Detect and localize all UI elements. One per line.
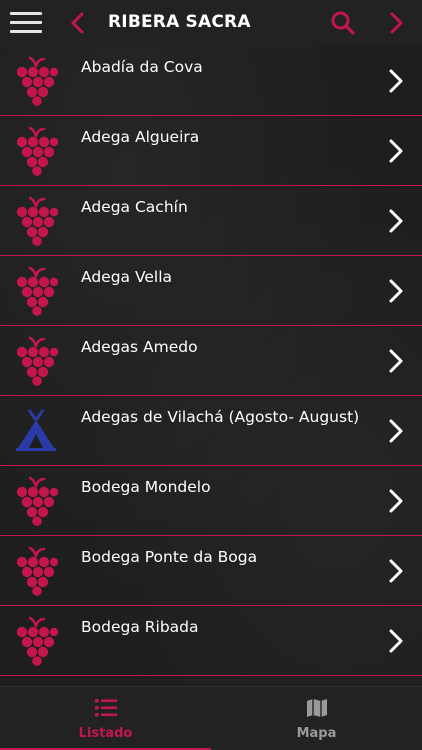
map-icon — [306, 699, 327, 717]
list-item-label: Adega Algueira — [81, 128, 200, 146]
grape-icon — [14, 56, 58, 106]
bottom-tab-bar: Listado Mapa — [0, 686, 422, 750]
list-item[interactable] — [0, 676, 422, 686]
list-item[interactable]: Bodega Ribada — [0, 606, 422, 676]
list-item[interactable]: Adegas Amedo — [0, 326, 422, 396]
chevron-right-icon — [387, 138, 405, 164]
list-item-label: Adegas de Vilachá (Agosto- August) — [81, 408, 360, 426]
winery-list: Abadía da Cova Adega Algueira Adega Cach… — [0, 46, 422, 686]
list-icon — [94, 699, 117, 717]
grape-icon — [14, 196, 58, 246]
grape-icon — [14, 476, 58, 526]
chevron-right-icon — [387, 278, 405, 304]
grape-icon — [14, 546, 58, 596]
tab-label: Mapa — [296, 726, 337, 741]
tab-mapa[interactable]: Mapa — [211, 687, 422, 750]
back-arrow-icon[interactable] — [68, 11, 88, 35]
list-item[interactable]: Adega Vella — [0, 256, 422, 326]
menu-icon[interactable] — [10, 11, 42, 35]
page-title: RIBERA SACRA — [108, 12, 251, 32]
list-item[interactable]: Bodega Mondelo — [0, 466, 422, 536]
grape-icon — [14, 336, 58, 386]
list-item[interactable]: Adega Cachín — [0, 186, 422, 256]
list-item-label: Bodega Ponte da Boga — [81, 548, 258, 566]
list-item[interactable]: Abadía da Cova — [0, 46, 422, 116]
forward-arrow-icon[interactable] — [386, 11, 406, 35]
tab-label: Listado — [78, 726, 133, 741]
chevron-right-icon — [387, 558, 405, 584]
list-item-label: Bodega Ribada — [81, 618, 199, 636]
tab-listado[interactable]: Listado — [0, 687, 211, 750]
list-item[interactable]: Bodega Ponte da Boga — [0, 536, 422, 606]
list-item[interactable]: Adegas de Vilachá (Agosto- August) — [0, 396, 422, 466]
tent-icon — [16, 409, 56, 451]
list-item-label: Abadía da Cova — [81, 58, 203, 76]
chevron-right-icon — [387, 418, 405, 444]
list-item-label: Adegas Amedo — [81, 338, 198, 356]
list-item-label: Adega Cachín — [81, 198, 188, 216]
chevron-right-icon — [387, 488, 405, 514]
search-icon[interactable] — [330, 10, 356, 36]
grape-icon — [14, 616, 58, 666]
list-item[interactable]: Adega Algueira — [0, 116, 422, 186]
app-header: RIBERA SACRA — [0, 0, 422, 46]
list-item-label: Adega Vella — [81, 268, 173, 286]
chevron-right-icon — [387, 208, 405, 234]
chevron-right-icon — [387, 68, 405, 94]
chevron-right-icon — [387, 348, 405, 374]
grape-icon — [14, 266, 58, 316]
chevron-right-icon — [387, 628, 405, 654]
list-item-label: Bodega Mondelo — [81, 478, 211, 496]
grape-icon — [14, 126, 58, 176]
